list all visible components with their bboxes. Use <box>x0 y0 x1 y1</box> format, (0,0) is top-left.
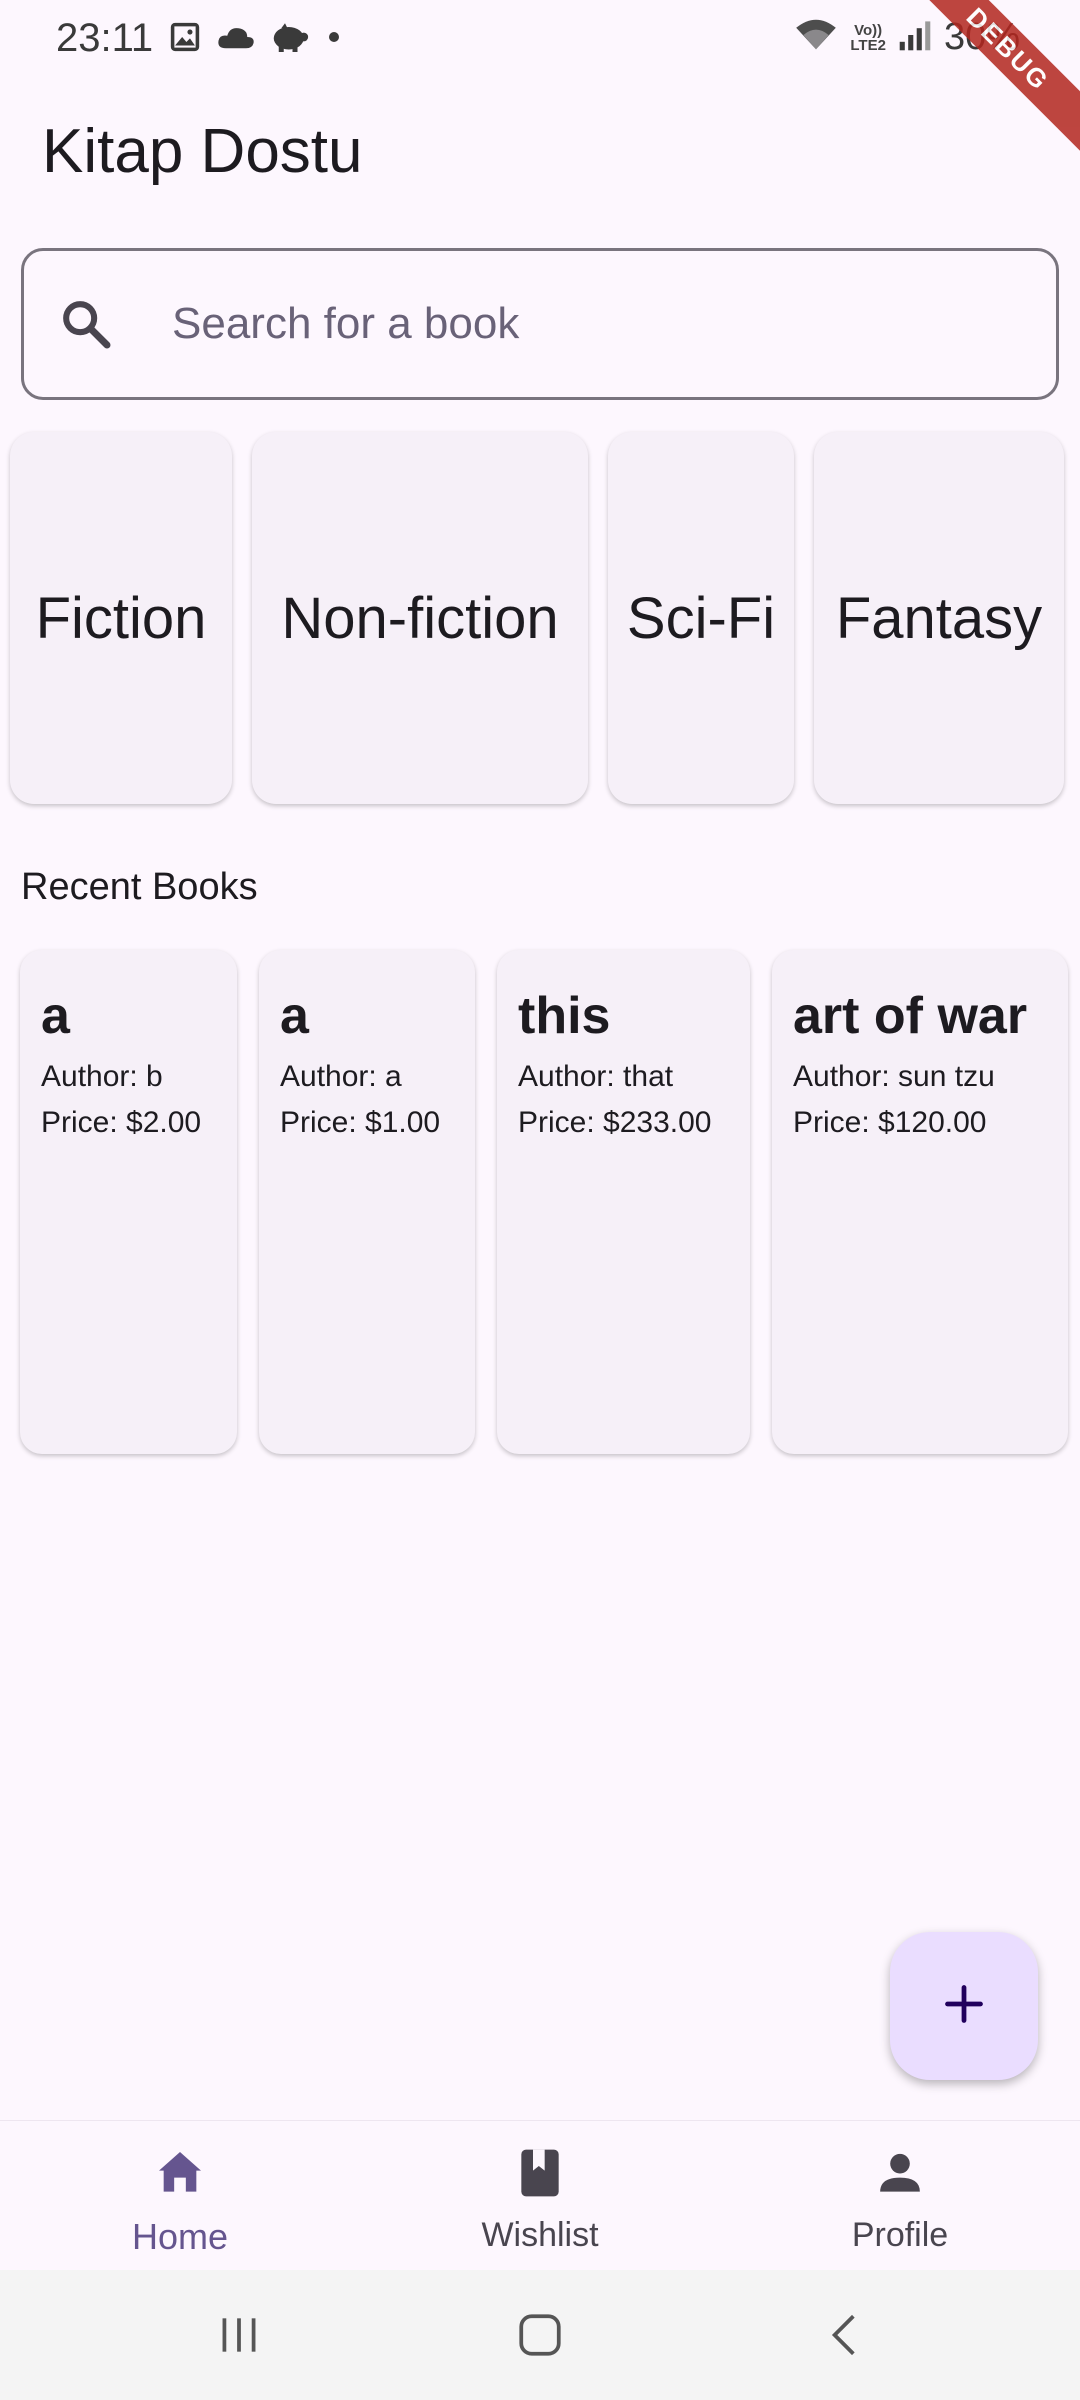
more-notifications-dot-icon <box>324 27 344 52</box>
book-title: art of war <box>793 987 1028 1045</box>
plus-icon <box>942 1982 986 2031</box>
page-title: Kitap Dostu <box>42 117 363 186</box>
home-icon <box>152 2145 208 2206</box>
back-button[interactable] <box>820 2310 870 2365</box>
recents-button[interactable] <box>214 2310 264 2365</box>
nav-label: Wishlist <box>481 2216 599 2254</box>
book-author: Author: b <box>41 1060 163 1093</box>
book-price: Price: $120.00 <box>793 1106 987 1139</box>
add-book-button[interactable] <box>890 1932 1038 2080</box>
home-button[interactable] <box>512 2310 568 2365</box>
search-field[interactable] <box>21 248 1059 400</box>
book-author: Author: sun tzu <box>793 1060 995 1093</box>
category-label: Non-fiction <box>281 585 559 651</box>
nav-label: Profile <box>851 2216 949 2254</box>
status-time: 23:11 <box>56 16 154 60</box>
book-title: a <box>280 987 309 1045</box>
status-bar: 23:11 Vo)) LTE2 DEBUG <box>0 0 1080 170</box>
notification-icons <box>168 20 344 59</box>
person-icon <box>872 2145 928 2206</box>
book-card[interactable]: art of war Author: sun tzu Price: $120.0… <box>772 950 1068 1454</box>
book-author: Author: a <box>280 1060 402 1093</box>
category-list: Fiction Non-fiction Sci-Fi Fantasy <box>10 432 1064 804</box>
category-label: Sci-Fi <box>626 585 776 651</box>
signal-icon <box>898 18 932 57</box>
category-card-non-fiction[interactable]: Non-fiction <box>252 432 588 804</box>
lte-icon: Vo)) LTE2 <box>850 21 886 54</box>
category-label: Fiction <box>35 585 207 651</box>
recent-books-heading: Recent Books <box>21 866 258 908</box>
cloud-icon <box>216 22 256 57</box>
book-card[interactable]: a Author: b Price: $2.00 <box>20 950 237 1454</box>
category-card-fiction[interactable]: Fiction <box>10 432 232 804</box>
search-input[interactable] <box>172 299 972 349</box>
book-price: Price: $233.00 <box>518 1106 712 1139</box>
book-price: Price: $1.00 <box>280 1106 441 1139</box>
piggy-bank-icon <box>270 21 310 58</box>
home-screen: 23:11 Vo)) LTE2 DEBUG Kitap Dostu Search… <box>0 0 1080 2400</box>
bottom-navigation: Home Wishlist Profile <box>0 2120 1080 2270</box>
nav-item-home[interactable]: Home <box>30 2145 330 2258</box>
category-card-fantasy[interactable]: Fantasy <box>814 432 1064 804</box>
nav-label: Home <box>131 2216 229 2257</box>
book-author: Author: that <box>518 1060 674 1093</box>
book-title: a <box>41 987 70 1045</box>
book-title: this <box>518 987 611 1045</box>
nav-item-profile[interactable]: Profile <box>750 2145 1050 2255</box>
gallery-icon <box>168 20 202 59</box>
recent-books-list: a Author: b Price: $2.00 a Author: a Pri… <box>20 950 1068 1454</box>
category-card-sci-fi[interactable]: Sci-Fi <box>608 432 794 804</box>
book-card[interactable]: a Author: a Price: $1.00 <box>259 950 475 1454</box>
system-navigation-bar <box>0 2270 1080 2400</box>
book-card[interactable]: this Author: that Price: $233.00 <box>497 950 750 1454</box>
bookmark-book-icon <box>512 2145 568 2206</box>
nav-item-wishlist[interactable]: Wishlist <box>390 2145 690 2255</box>
wifi-icon <box>794 17 838 58</box>
book-price: Price: $2.00 <box>41 1106 202 1139</box>
search-icon <box>58 296 158 352</box>
category-label: Fantasy <box>835 585 1043 651</box>
